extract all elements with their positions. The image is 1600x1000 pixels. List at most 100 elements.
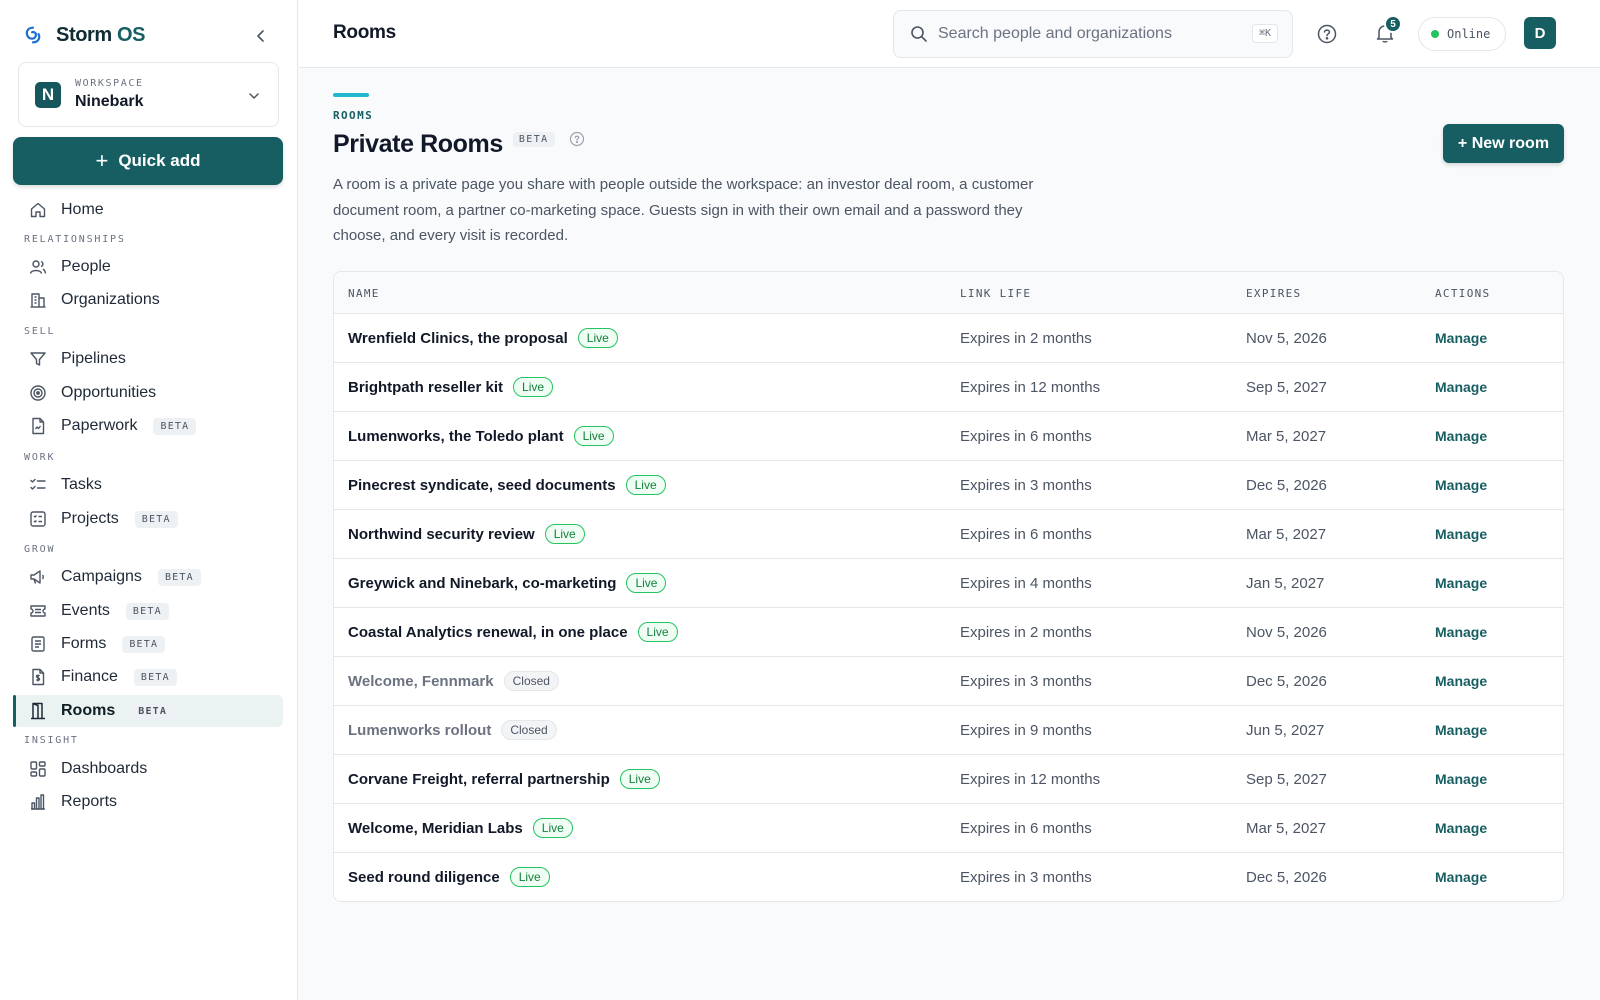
manage-link[interactable]: Manage <box>1435 559 1487 607</box>
beta-badge: BETA <box>133 668 177 686</box>
beta-badge: BETA <box>134 510 178 528</box>
manage-link[interactable]: Manage <box>1435 412 1487 460</box>
room-name-cell[interactable]: Wrenfield Clinics, the proposal Live <box>348 314 618 362</box>
room-name-cell[interactable]: Corvane Freight, referral partnership Liv… <box>348 755 660 803</box>
status-badge: Live <box>626 573 667 593</box>
manage-link[interactable]: Manage <box>1435 755 1487 803</box>
link-life-cell: Expires in 9 months <box>960 721 1092 739</box>
table-row[interactable]: Pinecrest syndicate, seed documents Live E… <box>334 461 1563 510</box>
room-name: Lumenworks, the Toledo plant <box>348 427 564 445</box>
room-name: Greywick and Ninebark, co-marketing <box>348 574 617 592</box>
sidebar-item-forms[interactable]: Forms BETA <box>13 628 283 660</box>
help-circle-icon <box>1317 24 1337 44</box>
sidebar-item-campaigns[interactable]: Campaigns BETA <box>13 561 283 593</box>
room-name: Welcome, Meridian Labs <box>348 819 523 837</box>
column-header-expires[interactable]: EXPIRES <box>1246 287 1301 300</box>
sidebar-item-finance[interactable]: Finance BETA <box>13 661 283 693</box>
status-dot-icon <box>1431 30 1439 38</box>
sidebar-item-label: Tasks <box>61 476 102 493</box>
link-life-cell: Expires in 4 months <box>960 574 1092 592</box>
room-name: Lumenworks rollout <box>348 721 492 739</box>
new-room-button[interactable]: + New room <box>1443 124 1564 163</box>
link-life-cell: Expires in 2 months <box>960 623 1092 641</box>
help-button[interactable] <box>1315 22 1339 46</box>
brand[interactable]: Storm OS <box>22 22 145 48</box>
manage-link[interactable]: Manage <box>1435 510 1487 558</box>
table-row[interactable]: Wrenfield Clinics, the proposal Live Expir… <box>334 314 1563 363</box>
table-row[interactable]: Greywick and Ninebark, co-marketing Live E… <box>334 559 1563 608</box>
help-circle-icon[interactable] <box>569 131 585 147</box>
section-insight: INSIGHT <box>24 735 79 746</box>
table-row[interactable]: Lumenworks rollout Closed Expires in 9 mon… <box>334 706 1563 755</box>
sidebar-item-label: Home <box>61 201 104 218</box>
grid-icon <box>29 760 47 778</box>
table-row[interactable]: Lumenworks, the Toledo plant Live Expires … <box>334 412 1563 461</box>
sidebar-item-label: Pipelines <box>61 350 126 367</box>
sidebar-item-paperwork[interactable]: Paperwork BETA <box>13 410 283 442</box>
quick-add-button[interactable]: + Quick add <box>13 137 283 185</box>
sidebar-item-label: People <box>61 258 111 275</box>
manage-link[interactable]: Manage <box>1435 314 1487 362</box>
sidebar-item-opportunities[interactable]: Opportunities <box>13 377 283 409</box>
sidebar-item-home[interactable]: Home <box>13 194 283 226</box>
title-beta-badge: BETA <box>512 132 555 147</box>
room-name-cell[interactable]: Lumenworks rollout Closed <box>348 706 557 754</box>
notification-count-badge: 5 <box>1384 15 1402 33</box>
room-name-cell[interactable]: Greywick and Ninebark, co-marketing Live <box>348 559 667 607</box>
search-input[interactable] <box>938 25 1238 43</box>
expires-cell: Dec 5, 2026 <box>1246 672 1327 690</box>
workspace-switcher[interactable]: N WORKSPACE Ninebark <box>18 62 279 127</box>
sidebar-item-reports[interactable]: Reports <box>13 786 283 818</box>
room-name-cell[interactable]: Welcome, Meridian Labs Live <box>348 804 573 852</box>
page-description: A room is a private page you share with … <box>333 176 1034 244</box>
status-badge: Live <box>544 524 585 544</box>
table-row[interactable]: Seed round diligence Live Expires in 3 mon… <box>334 853 1563 901</box>
manage-link[interactable]: Manage <box>1435 853 1487 901</box>
table-row[interactable]: Brightpath reseller kit Live Expires in 12… <box>334 363 1563 412</box>
home-icon <box>29 201 47 219</box>
table-row[interactable]: Welcome, Fennmark Closed Expires in 3 mont… <box>334 657 1563 706</box>
manage-link[interactable]: Manage <box>1435 804 1487 852</box>
room-name-cell[interactable]: Pinecrest syndicate, seed documents Live <box>348 461 666 509</box>
sidebar-item-events[interactable]: Events BETA <box>13 595 283 627</box>
sidebar-item-tasks[interactable]: Tasks <box>13 469 283 501</box>
sidebar-item-label: Reports <box>61 793 118 810</box>
room-name-cell[interactable]: Coastal Analytics renewal, in one place L… <box>348 608 678 656</box>
manage-link[interactable]: Manage <box>1435 657 1487 705</box>
column-header-name[interactable]: NAME <box>348 287 380 300</box>
sidebar-item-people[interactable]: People <box>13 251 283 283</box>
user-avatar[interactable]: D <box>1524 17 1556 49</box>
sidebar-item-pipelines[interactable]: Pipelines <box>13 343 283 375</box>
room-name: Corvane Freight, referral partnership <box>348 770 610 788</box>
table-row[interactable]: Coastal Analytics renewal, in one place L… <box>334 608 1563 657</box>
status-badge: Live <box>637 622 678 642</box>
rooms-table: NAME LINK LIFE EXPIRES ACTIONS Wrenfield… <box>333 271 1564 902</box>
chevron-down-icon <box>249 93 259 99</box>
table-row[interactable]: Welcome, Meridian Labs Live Expires in 6 m… <box>334 804 1563 853</box>
sidebar-item-dashboards[interactable]: Dashboards <box>13 753 283 785</box>
search-box[interactable]: ⌘K <box>893 10 1293 58</box>
room-name-cell[interactable]: Brightpath reseller kit Live <box>348 363 554 411</box>
room-name-cell[interactable]: Lumenworks, the Toledo plant Live <box>348 412 614 460</box>
table-row[interactable]: Corvane Freight, referral partnership Liv… <box>334 755 1563 804</box>
sidebar-item-organizations[interactable]: Organizations <box>13 284 283 316</box>
room-name-cell[interactable]: Seed round diligence Live <box>348 853 550 901</box>
target-icon <box>29 384 47 402</box>
table-row[interactable]: Northwind security review Live Expires in … <box>334 510 1563 559</box>
manage-link[interactable]: Manage <box>1435 706 1487 754</box>
room-name-cell[interactable]: Welcome, Fennmark Closed <box>348 657 559 705</box>
manage-link[interactable]: Manage <box>1435 461 1487 509</box>
link-life-cell: Expires in 6 months <box>960 819 1092 837</box>
status-badge: Live <box>513 377 554 397</box>
manage-link[interactable]: Manage <box>1435 608 1487 656</box>
status-toggle[interactable]: Online <box>1418 17 1506 51</box>
workspace-label: WORKSPACE <box>75 78 144 89</box>
manage-link[interactable]: Manage <box>1435 363 1487 411</box>
status-badge: Closed <box>501 720 557 740</box>
collapse-sidebar-button[interactable] <box>250 25 272 47</box>
sidebar-item-rooms[interactable]: Rooms BETA <box>13 695 283 727</box>
room-name-cell[interactable]: Northwind security review Live <box>348 510 585 558</box>
sidebar: Storm OS N WORKSPACE Ninebark + Quick ad… <box>0 0 298 1000</box>
column-header-link-life[interactable]: LINK LIFE <box>960 287 1031 300</box>
sidebar-item-projects[interactable]: Projects BETA <box>13 503 283 535</box>
